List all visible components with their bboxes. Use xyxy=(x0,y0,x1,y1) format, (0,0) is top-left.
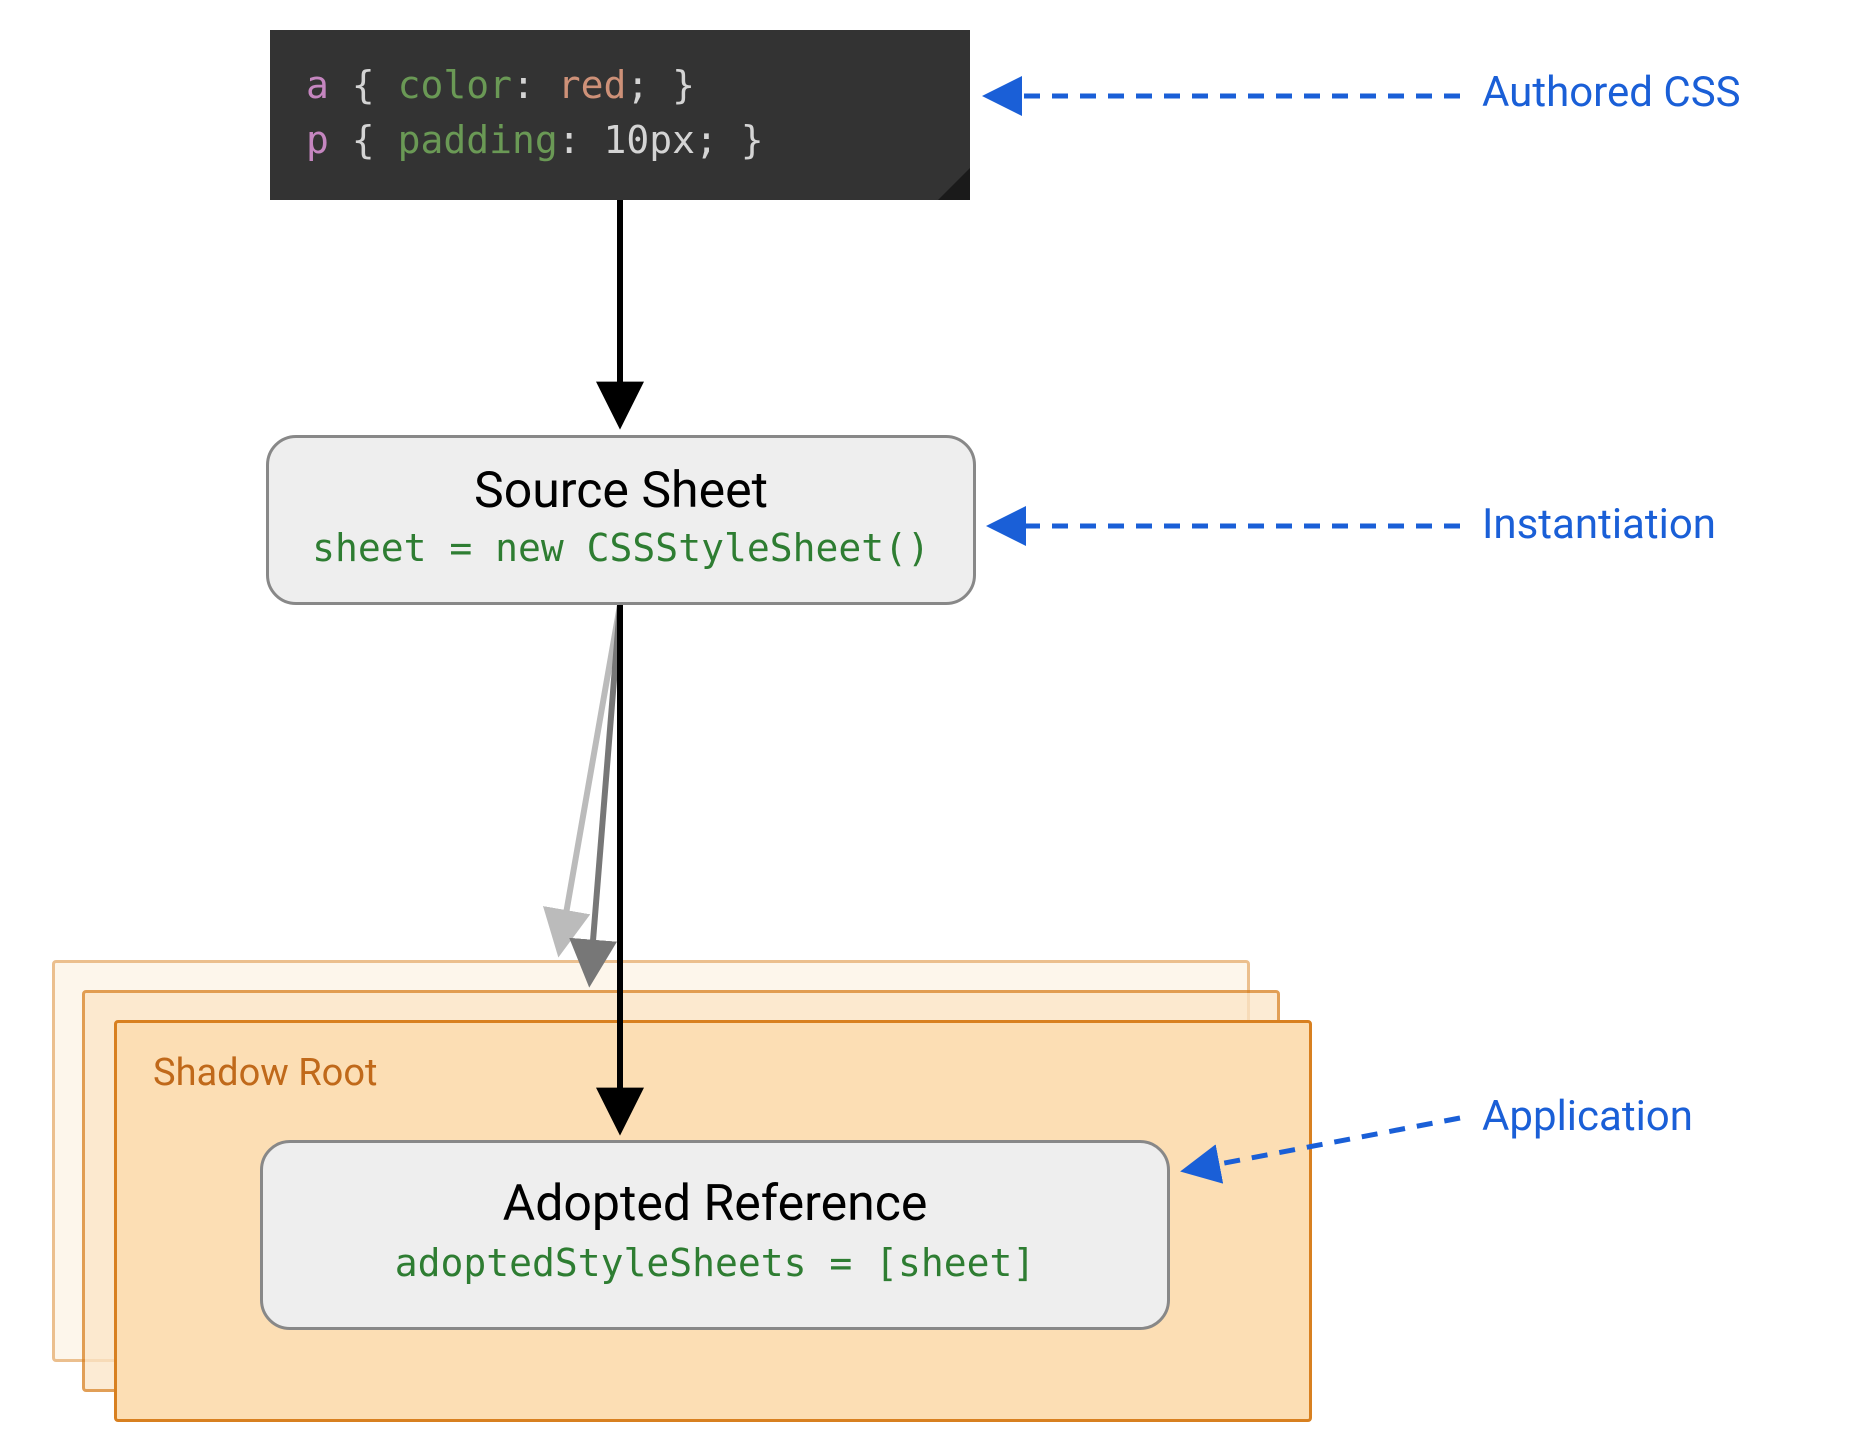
code-line-1: a { color: red; } xyxy=(306,58,934,113)
css-value: red xyxy=(558,63,627,107)
source-sheet-box: Source Sheet sheet = new CSSStyleSheet() xyxy=(266,435,976,605)
css-colon: : xyxy=(512,63,535,107)
css-brace: { xyxy=(352,63,375,107)
annotation-authored-css: Authored CSS xyxy=(1482,68,1741,117)
annotation-application: Application xyxy=(1482,1092,1693,1141)
css-brace: } xyxy=(672,63,695,107)
shadow-root-label: Shadow Root xyxy=(153,1051,377,1095)
css-value: 10px xyxy=(604,118,696,162)
code-line-2: p { padding: 10px; } xyxy=(306,113,934,168)
annotation-instantiation: Instantiation xyxy=(1482,500,1716,549)
css-property: color xyxy=(398,63,512,107)
css-semi: ; xyxy=(626,63,649,107)
adopted-reference-box: Adopted Reference adoptedStyleSheets = [… xyxy=(260,1140,1170,1330)
css-colon: : xyxy=(558,118,581,162)
css-selector: a xyxy=(306,63,329,107)
arrow-source-to-root-mid xyxy=(590,605,620,978)
adopted-reference-title: Adopted Reference xyxy=(263,1175,1167,1233)
arrow-source-to-root-back xyxy=(560,605,620,948)
css-selector: p xyxy=(306,118,329,162)
diagram-container: a { color: red; } p { padding: 10px; } S… xyxy=(0,0,1874,1430)
css-brace: } xyxy=(741,118,764,162)
source-sheet-title: Source Sheet xyxy=(269,462,973,520)
source-sheet-code: sheet = new CSSStyleSheet() xyxy=(269,526,973,570)
css-semi: ; xyxy=(695,118,718,162)
authored-css-code-block: a { color: red; } p { padding: 10px; } xyxy=(270,30,970,200)
css-brace: { xyxy=(352,118,375,162)
adopted-reference-code: adoptedStyleSheets = [sheet] xyxy=(263,1241,1167,1285)
css-property: padding xyxy=(398,118,558,162)
